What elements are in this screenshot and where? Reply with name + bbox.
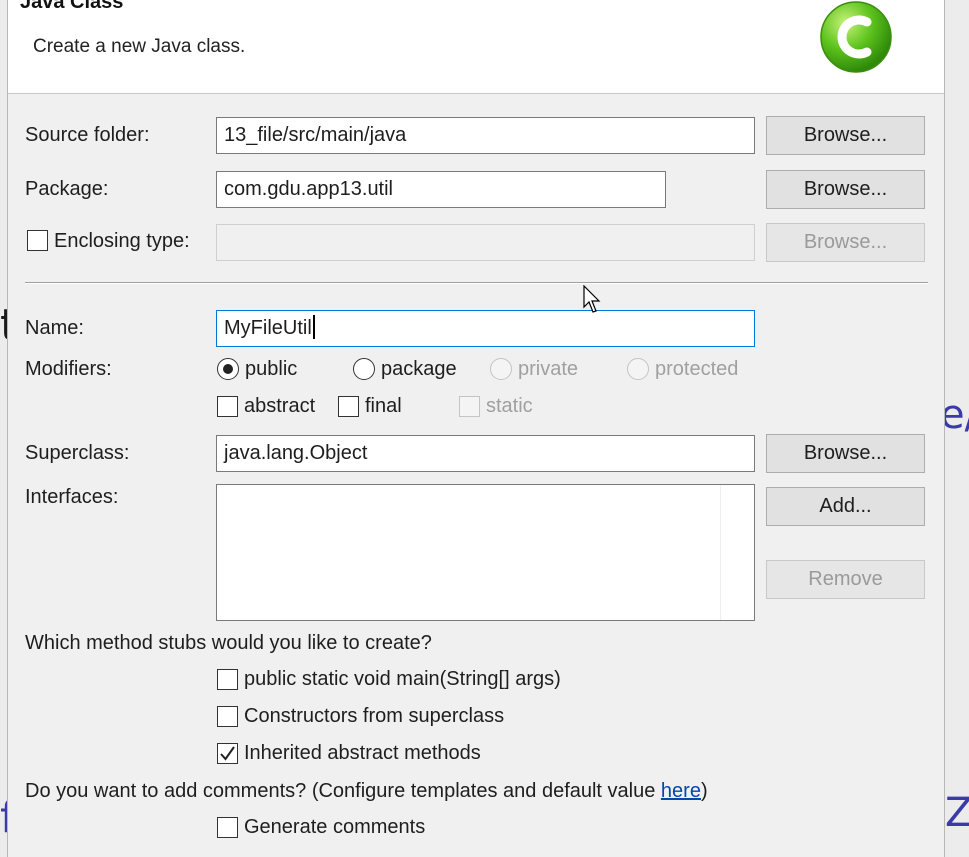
background-text-z: Z — [945, 790, 969, 836]
modifiers-label: Modifiers: — [25, 358, 112, 380]
enclosing-type-browse-button: Browse... — [766, 223, 925, 262]
modifier-private-label: private — [518, 358, 579, 380]
name-label: Name: — [25, 317, 84, 339]
modifier-abstract-label: abstract — [244, 395, 316, 417]
modifier-private-radio — [490, 358, 512, 380]
configure-templates-link[interactable]: here — [661, 780, 701, 802]
name-input-value: MyFileUtil — [224, 317, 312, 339]
dialog-banner: Java Class Create a new Java class. — [8, 0, 944, 94]
comments-question: Do you want to add comments? (Configure … — [25, 780, 708, 803]
modifier-static-checkbox — [459, 396, 480, 417]
stub-constructors-label: Constructors from superclass — [244, 705, 505, 727]
superclass-label: Superclass: — [25, 442, 130, 464]
stub-inherited-checkbox[interactable] — [217, 743, 238, 764]
generate-comments-label: Generate comments — [244, 816, 426, 838]
enclosing-type-label: Enclosing type: — [54, 230, 190, 252]
dialog-description: Create a new Java class. — [33, 36, 246, 57]
package-label: Package: — [25, 178, 109, 200]
modifier-package-radio[interactable] — [353, 358, 375, 380]
text-caret — [312, 315, 315, 339]
modifier-protected-label: protected — [655, 358, 739, 380]
interfaces-list[interactable] — [216, 484, 755, 621]
interfaces-remove-button: Remove — [766, 560, 925, 599]
stub-inherited-label: Inherited abstract methods — [244, 742, 481, 764]
interfaces-add-button[interactable]: Add... — [766, 487, 925, 526]
modifier-package-label: package — [381, 358, 457, 380]
source-folder-label: Source folder: — [25, 124, 150, 146]
mouse-pointer-icon — [583, 285, 601, 313]
package-browse-button[interactable]: Browse... — [766, 170, 925, 209]
stub-constructors-checkbox[interactable] — [217, 706, 238, 727]
generate-comments-checkbox[interactable] — [217, 817, 238, 838]
enclosing-type-checkbox[interactable] — [27, 230, 48, 251]
modifier-public-label: public — [245, 358, 298, 380]
stub-main-checkbox[interactable] — [217, 669, 238, 690]
superclass-browse-button[interactable]: Browse... — [766, 434, 925, 473]
method-stubs-question: Which method stubs would you like to cre… — [25, 632, 432, 654]
superclass-input[interactable]: java.lang.Object — [216, 435, 755, 472]
new-java-class-dialog: Java Class Create a new Java class. Sour… — [7, 0, 945, 857]
name-input[interactable]: MyFileUtil — [216, 310, 755, 347]
checkmark-icon — [220, 746, 235, 761]
comments-question-suffix: ) — [700, 780, 708, 802]
comments-question-text: Do you want to add comments? (Configure … — [25, 780, 661, 802]
dialog-title: Java Class — [20, 0, 124, 13]
java-class-icon — [820, 1, 892, 73]
modifier-static-label: static — [486, 395, 533, 417]
source-folder-browse-button[interactable]: Browse... — [766, 116, 925, 155]
modifier-abstract-checkbox[interactable] — [217, 396, 238, 417]
enclosing-type-input — [216, 224, 755, 261]
modifier-public-radio[interactable] — [217, 358, 239, 380]
separator — [25, 282, 928, 284]
modifier-final-label: final — [365, 395, 402, 417]
package-input[interactable]: com.gdu.app13.util — [216, 171, 666, 208]
interfaces-label: Interfaces: — [25, 486, 119, 508]
source-folder-input[interactable]: 13_file/src/main/java — [216, 117, 755, 154]
stub-main-label: public static void main(String[] args) — [244, 668, 561, 690]
modifier-protected-radio — [627, 358, 649, 380]
modifier-final-checkbox[interactable] — [338, 396, 359, 417]
